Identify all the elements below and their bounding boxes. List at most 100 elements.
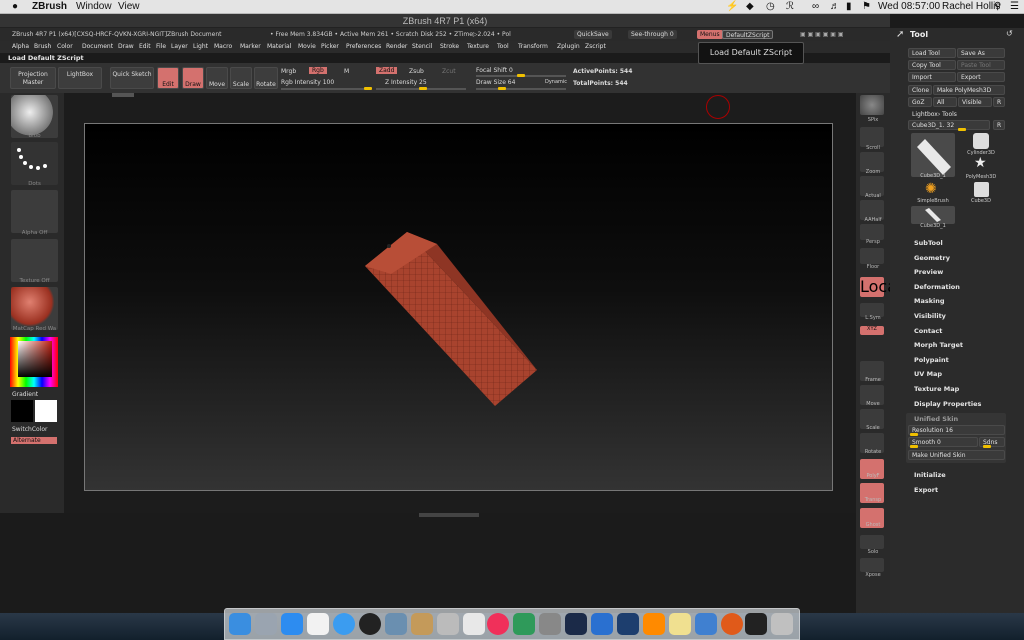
scroll-button[interactable] [860, 127, 884, 147]
floor-button[interactable] [860, 248, 884, 264]
all-button[interactable]: All [933, 97, 957, 107]
stroke-thumbnail[interactable] [11, 142, 58, 185]
focal-shift-knob[interactable] [517, 74, 525, 77]
simplebrush-tool-icon[interactable]: ✺ [925, 181, 937, 197]
zbrush-dock-icon[interactable] [745, 613, 767, 635]
geometry-section[interactable]: Geometry [914, 254, 950, 262]
current-tool-r-button[interactable]: R [993, 120, 1005, 130]
user-name[interactable]: Rachel Hollis [942, 1, 1000, 12]
spotlight-icon[interactable]: ⚲ [994, 1, 1001, 12]
finder-icon[interactable] [229, 613, 251, 635]
menu-material[interactable]: Material [267, 41, 291, 53]
safari-icon[interactable] [333, 613, 355, 635]
menu-file[interactable]: File [156, 41, 166, 53]
system-preferences-icon[interactable] [539, 613, 561, 635]
apple-icon[interactable]: ● [12, 1, 18, 12]
texture-map-section[interactable]: Texture Map [914, 385, 959, 393]
app-menu[interactable]: ZBrush [32, 1, 67, 12]
material-thumbnail[interactable] [11, 287, 58, 330]
notes-app-icon[interactable] [411, 613, 433, 635]
menu-preferences[interactable]: Preferences [346, 41, 381, 53]
generic-app-icon[interactable] [591, 613, 613, 635]
battery-icon[interactable]: ▮ [846, 1, 852, 12]
goz-button[interactable]: GoZ [908, 97, 932, 107]
menu-tool[interactable]: Tool [497, 41, 509, 53]
local-button[interactable]: Local [860, 277, 901, 297]
alternate-button[interactable]: Alternate [11, 437, 57, 444]
projection-master-button[interactable]: Projection Master [10, 67, 56, 89]
menu-transform[interactable]: Transform [518, 41, 548, 53]
move-button[interactable]: Move [206, 67, 228, 89]
menu-macro[interactable]: Macro [214, 41, 232, 53]
dropbox-icon[interactable]: ◆ [746, 1, 754, 12]
display-properties-section[interactable]: Display Properties [914, 400, 981, 408]
menu-stroke[interactable]: Stroke [440, 41, 459, 53]
smooth-slider[interactable]: Smooth 0 [908, 437, 978, 447]
menu-picker[interactable]: Picker [321, 41, 339, 53]
save-as-button[interactable]: Save As [957, 48, 1005, 58]
menu-light[interactable]: Light [193, 41, 208, 53]
window-controls-icon[interactable]: ▣ ▣ ▣ ▣ ▣ ▣ [800, 28, 844, 41]
polymesh3d-tool-icon[interactable]: ★ [974, 155, 987, 171]
z-intensity-slider[interactable]: Z Intensity 25 [385, 79, 427, 86]
subtool-section[interactable]: SubTool [914, 239, 943, 247]
draw-size-slider[interactable]: Draw Size 64 [476, 79, 515, 86]
zcut-toggle[interactable]: Zcut [442, 68, 456, 75]
current-tool-knob[interactable] [958, 128, 966, 131]
menu-texture[interactable]: Texture [467, 41, 489, 53]
photos-app-icon[interactable] [437, 613, 459, 635]
app-store-icon[interactable] [281, 613, 303, 635]
edit-button[interactable]: Edit [157, 67, 179, 89]
clone-button[interactable]: Clone [908, 85, 932, 95]
menu-marker[interactable]: Marker [240, 41, 261, 53]
copy-tool-button[interactable]: Copy Tool [908, 60, 956, 70]
kindle-icon[interactable] [643, 613, 665, 635]
rgb-toggle[interactable]: Rgb [309, 67, 327, 74]
menu-color[interactable]: Color [57, 41, 73, 53]
export-section[interactable]: Export [914, 486, 938, 494]
xyz-button[interactable]: XYZ [860, 326, 884, 335]
compass-app-icon[interactable] [359, 613, 381, 635]
trash-icon[interactable] [771, 613, 793, 635]
uv-map-section[interactable]: UV Map [914, 370, 942, 378]
tool-thumb-cube3d-1[interactable] [911, 133, 955, 177]
draw-size-track[interactable] [476, 88, 566, 90]
masking-section[interactable]: Masking [914, 297, 945, 305]
visibility-section[interactable]: Visibility [914, 312, 946, 320]
load-tool-button[interactable]: Load Tool [908, 48, 956, 58]
xpose-button[interactable] [860, 558, 884, 572]
menu-edit[interactable]: Edit [139, 41, 151, 53]
flag-icon[interactable]: ⚑ [862, 1, 871, 12]
notification-icon[interactable]: ☰ [1010, 1, 1019, 12]
zsub-toggle[interactable]: Zsub [409, 68, 424, 75]
dynamic-toggle[interactable]: Dynamic [545, 79, 567, 85]
itunes-icon[interactable] [487, 613, 509, 635]
lightbox-tools-button[interactable]: Lightbox› Tools [908, 109, 1005, 119]
panel-dock-icon[interactable]: ↺ [1006, 29, 1013, 38]
menu-view[interactable]: View [118, 1, 140, 12]
polypaint-section[interactable]: Polypaint [914, 356, 949, 364]
resolution-slider[interactable]: Resolution 16 [908, 425, 1005, 435]
tool-panel-title[interactable]: Tool [910, 30, 928, 39]
menu-movie[interactable]: Movie [298, 41, 316, 53]
solo-button[interactable] [860, 535, 884, 549]
timemachine-icon[interactable]: ◷ [766, 1, 775, 12]
bluetooth-icon[interactable]: ℛ [786, 1, 794, 12]
current-tool-slider[interactable]: Cube3D_1. 32 [908, 120, 990, 130]
spix-button[interactable] [860, 95, 884, 115]
import-button[interactable]: Import [908, 72, 956, 82]
color-square[interactable] [18, 341, 52, 377]
zadd-toggle[interactable]: Zadd [376, 67, 398, 74]
texture-thumbnail[interactable] [11, 239, 58, 282]
wifi-icon[interactable]: ∞ [812, 1, 819, 12]
smooth-knob[interactable] [910, 445, 918, 448]
cloud-app-icon[interactable] [695, 613, 717, 635]
launchpad-icon[interactable] [255, 613, 277, 635]
rotate-button[interactable]: Rotate [254, 67, 278, 89]
contact-section[interactable]: Contact [914, 327, 942, 335]
alpha-thumbnail[interactable] [11, 190, 58, 233]
menu-layer[interactable]: Layer [171, 41, 188, 53]
default-zscript-button[interactable]: DefaultZScript [722, 30, 774, 39]
switchcolor-button[interactable]: SwitchColor [12, 426, 48, 433]
mrgb-toggle[interactable]: Mrgb [281, 68, 296, 75]
